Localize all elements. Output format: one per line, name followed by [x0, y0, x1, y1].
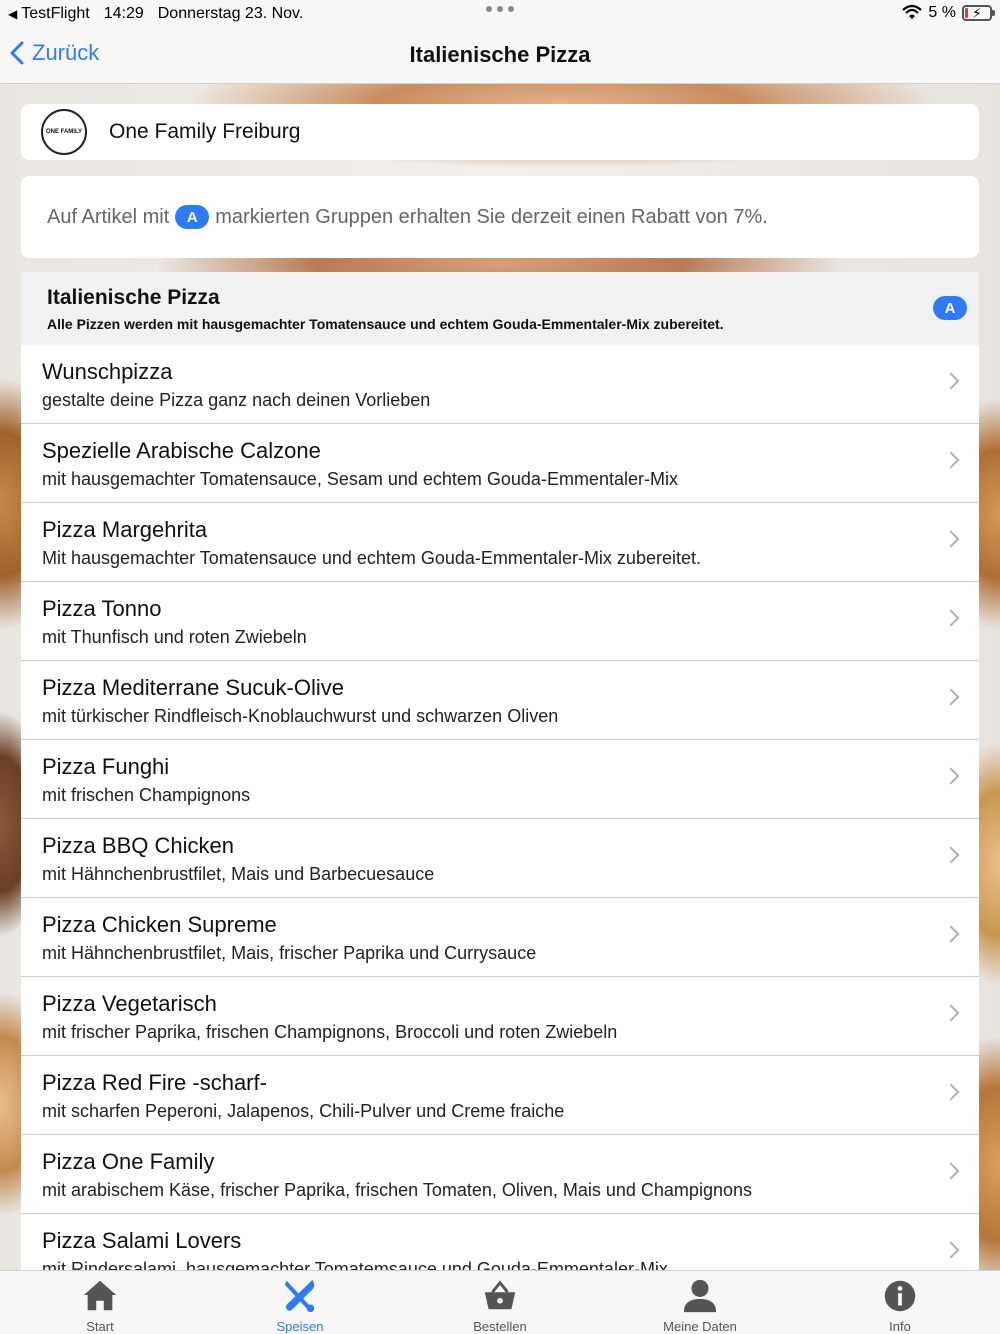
wifi-icon [902, 5, 923, 19]
item-name: Spezielle Arabische Calzone [42, 438, 321, 463]
item-description: mit Hähnchenbrustfilet, Mais, frischer P… [42, 943, 537, 963]
item-description: mit arabischem Käse, frischer Paprika, f… [42, 1180, 752, 1200]
list-item[interactable]: Pizza Tonno mit Thunfisch und roten Zwie… [21, 582, 979, 661]
item-name: Pizza Red Fire -scharf- [42, 1070, 267, 1095]
item-name: Pizza BBQ Chicken [42, 833, 234, 858]
tab-info[interactable]: Info [800, 1271, 1000, 1334]
list-item[interactable]: Pizza Funghi mit frischen Champignons [21, 740, 979, 819]
menu-list: Wunschpizza gestalte deine Pizza ganz na… [21, 345, 979, 1293]
info-icon [884, 1280, 916, 1312]
item-description: mit frischen Champignons [42, 785, 251, 805]
battery-percent: 5 % [928, 4, 956, 21]
restaurant-name: One Family Freiburg [109, 120, 301, 143]
logo-text: ONE FAMILY [45, 129, 83, 135]
item-description: mit frischer Paprika, frischen Champigno… [42, 1022, 618, 1042]
discount-badge: A [175, 205, 210, 229]
item-name: Pizza Funghi [42, 754, 170, 779]
item-description: mit türkischer Rindfleisch-Knoblauchwurs… [42, 706, 559, 726]
item-description: Mit hausgemachter Tomatensauce und echte… [42, 548, 701, 568]
list-item[interactable]: Pizza Mediterrane Sucuk-Olive mit türkis… [21, 661, 979, 740]
item-description: mit scharfen Peperoni, Jalapenos, Chili-… [42, 1101, 565, 1121]
list-item[interactable]: Pizza Margehrita Mit hausgemachter Tomat… [21, 503, 979, 582]
restaurant-card[interactable]: ONE FAMILY One Family Freiburg [21, 104, 979, 160]
discount-notice: Auf Artikel mit A markierten Gruppen erh… [21, 176, 979, 258]
item-name: Pizza Salami Lovers [42, 1228, 242, 1253]
item-name: Pizza Chicken Supreme [42, 912, 277, 937]
group-description: Alle Pizzen werden mit hausgemachter Tom… [47, 316, 724, 332]
tab-label: Info [889, 1319, 911, 1334]
status-bar: ◀ TestFlight 14:29 Donnerstag 23. Nov. 5… [0, 0, 1000, 28]
item-description: mit Thunfisch und roten Zwiebeln [42, 627, 307, 647]
notice-text-before: Auf Artikel mit [47, 205, 170, 228]
tab-label: Start [86, 1319, 114, 1334]
tab-label: Speisen [276, 1319, 324, 1334]
item-description: gestalte deine Pizza ganz nach deinen Vo… [42, 390, 431, 410]
back-triangle-icon: ◀ [8, 7, 18, 21]
tab-label: Bestellen [473, 1319, 527, 1334]
status-date: Donnerstag 23. Nov. [157, 5, 304, 22]
tab-meine-daten[interactable]: Meine Daten [600, 1271, 800, 1334]
notice-text-after: markierten Gruppen erhalten Sie derzeit … [215, 205, 768, 228]
restaurant-logo: ONE FAMILY [41, 109, 87, 155]
item-name: Pizza One Family [42, 1149, 215, 1174]
list-item[interactable]: Pizza BBQ Chicken mit Hähnchenbrustfilet… [21, 819, 979, 898]
list-item[interactable]: Wunschpizza gestalte deine Pizza ganz na… [21, 345, 979, 424]
tab-start[interactable]: Start [0, 1271, 200, 1334]
list-item[interactable]: Pizza One Family mit arabischem Käse, fr… [21, 1135, 979, 1214]
list-item[interactable]: Pizza Chicken Supreme mit Hähnchenbrustf… [21, 898, 979, 977]
item-description: mit hausgemachter Tomatensauce, Sesam un… [42, 469, 678, 489]
home-icon [83, 1280, 117, 1311]
list-item[interactable]: Pizza Red Fire -scharf- mit scharfen Pep… [21, 1056, 979, 1135]
cutlery-icon [284, 1279, 315, 1313]
back-to-app[interactable]: ◀ TestFlight [8, 5, 90, 23]
list-item[interactable]: Spezielle Arabische Calzone mit hausgema… [21, 424, 979, 503]
group-discount-badge: A [933, 296, 967, 320]
group-header: Italienische Pizza Alle Pizzen werden mi… [21, 272, 979, 345]
page-title: Italienische Pizza [409, 42, 591, 67]
battery-icon: ⚡ [962, 5, 995, 21]
item-name: Pizza Vegetarisch [42, 991, 217, 1016]
group-title: Italienische Pizza [47, 286, 220, 309]
tab-bar: Start Speisen Bestellen Meine Daten Info [0, 1270, 1000, 1334]
item-name: Pizza Mediterrane Sucuk-Olive [42, 675, 345, 700]
item-description: mit Hähnchenbrustfilet, Mais und Barbecu… [42, 864, 435, 884]
list-item[interactable]: Pizza Vegetarisch mit frischer Paprika, … [21, 977, 979, 1056]
item-name: Pizza Margehrita [42, 517, 208, 542]
item-name: Pizza Tonno [42, 596, 162, 621]
person-icon [683, 1279, 717, 1313]
tab-bestellen[interactable]: Bestellen [400, 1271, 600, 1334]
navigation-bar: Zurück Italienische Pizza [0, 28, 1000, 84]
basket-icon [484, 1280, 516, 1310]
multitasking-dots-icon[interactable] [486, 6, 514, 12]
back-app-label: TestFlight [21, 5, 90, 22]
tab-speisen[interactable]: Speisen [200, 1271, 400, 1334]
tab-label: Meine Daten [663, 1319, 737, 1334]
status-time: 14:29 [103, 5, 144, 22]
item-name: Wunschpizza [42, 359, 173, 384]
